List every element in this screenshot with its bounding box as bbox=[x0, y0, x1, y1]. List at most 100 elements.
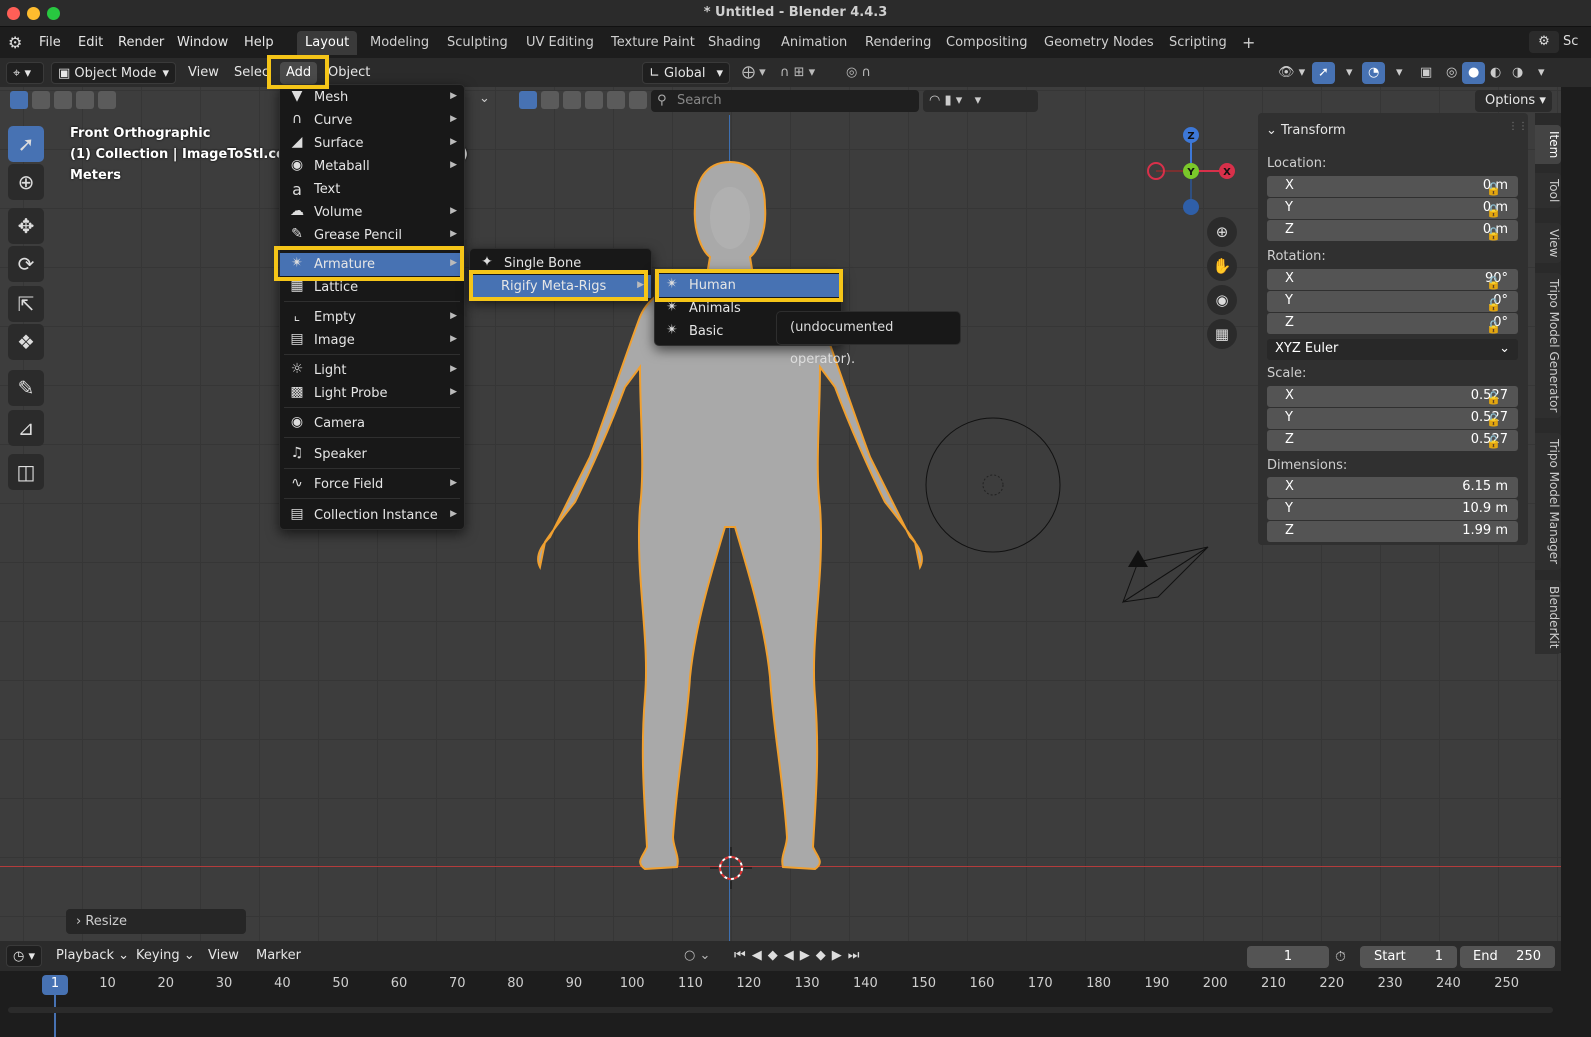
gizmo-dropdown-icon[interactable]: ▾ bbox=[1340, 62, 1359, 84]
zoom-icon[interactable]: ⊕ bbox=[1207, 217, 1237, 247]
tab-rendering[interactable]: Rendering bbox=[857, 31, 939, 55]
shading-dropdown-icon[interactable]: ▾ bbox=[1532, 62, 1551, 84]
menu-edit[interactable]: Edit bbox=[78, 35, 103, 50]
menu-file[interactable]: File bbox=[39, 35, 61, 50]
material-shading-icon[interactable]: ◐ bbox=[1484, 62, 1507, 84]
object-mode-dropdown[interactable]: ▣ Object Mode ▾ bbox=[51, 62, 176, 84]
filter-mesh-icon[interactable] bbox=[519, 91, 537, 109]
lock-icon[interactable]: 🔓 bbox=[1486, 178, 1501, 200]
visibility-icon[interactable]: 👁 ▾ bbox=[1272, 62, 1311, 84]
keyframe-filter[interactable]: ◠ ▮ ▾ ▾ bbox=[923, 90, 1038, 112]
add-workspace-button[interactable]: + bbox=[1234, 31, 1263, 55]
menu-item-mesh[interactable]: ▼ Mesh ▶ bbox=[280, 86, 464, 109]
dimensions-x-field[interactable]: X 6.15 m bbox=[1267, 477, 1518, 498]
lock-icon[interactable]: 🔓 bbox=[1486, 272, 1501, 294]
menu-item-collection-instance[interactable]: ▤ Collection Instance ▶ bbox=[280, 504, 464, 527]
menu-item-force-field[interactable]: ∿ Force Field ▶ bbox=[280, 473, 464, 496]
lock-icon[interactable]: 🔓 bbox=[1486, 409, 1501, 431]
location-y-field[interactable]: Y0 m bbox=[1267, 198, 1518, 219]
select-intersect-icon[interactable] bbox=[98, 91, 116, 109]
dimensions-z-field[interactable]: Z 1.99 m bbox=[1267, 521, 1518, 542]
filter-armature-icon[interactable] bbox=[607, 91, 625, 109]
rotation-z-field[interactable]: Z 0° bbox=[1267, 313, 1518, 334]
timeline-ruler[interactable]: 1 10 20 30 40 50 60 70 80 90 100 110 120 130 140 150 160… bbox=[0, 941, 1561, 1037]
proportional-edit-icon[interactable]: ◎ ∩ bbox=[840, 62, 877, 84]
light-object[interactable] bbox=[925, 417, 1065, 557]
tab-scripting[interactable]: Scripting bbox=[1161, 31, 1235, 55]
annotate-tool-icon[interactable]: ✎ bbox=[8, 370, 44, 406]
lock-icon[interactable]: 🔓 bbox=[1486, 431, 1501, 453]
tab-view[interactable]: View bbox=[1535, 223, 1561, 264]
tab-modeling[interactable]: Modeling bbox=[362, 31, 437, 55]
tab-tripo-model-generator[interactable]: Tripo Model Generator bbox=[1535, 273, 1561, 419]
blender-logo-icon[interactable]: ⚙ bbox=[8, 33, 22, 52]
move-tool-icon[interactable]: ✥ bbox=[8, 208, 44, 244]
gizmo-toggle-icon[interactable]: ➚ bbox=[1312, 62, 1335, 84]
add-cube-tool-icon[interactable]: ◫ bbox=[8, 454, 44, 490]
menu-item-surface[interactable]: ◢ Surface ▶ bbox=[280, 132, 464, 155]
rendered-shading-icon[interactable]: ◑ bbox=[1506, 62, 1529, 84]
tab-uv-editing[interactable]: UV Editing bbox=[518, 31, 602, 55]
select-invert-icon[interactable] bbox=[76, 91, 94, 109]
snap-icon[interactable]: ∩ ⊞ ▾ bbox=[774, 62, 821, 84]
menu-item-camera[interactable]: ◉ Camera bbox=[280, 412, 464, 435]
lock-icon[interactable]: 🔓 bbox=[1486, 200, 1501, 222]
tab-compositing[interactable]: Compositing bbox=[938, 31, 1036, 55]
menu-item-curve[interactable]: ∩ Curve ▶ bbox=[280, 109, 464, 132]
solid-shading-icon[interactable]: ● bbox=[1462, 62, 1486, 84]
scale-x-field[interactable]: X 0.527 bbox=[1267, 386, 1518, 407]
location-z-field[interactable]: Z0 m bbox=[1267, 220, 1518, 241]
header-menu-select[interactable]: Select bbox=[228, 62, 270, 84]
3d-cursor[interactable] bbox=[710, 847, 752, 889]
tab-animation[interactable]: Animation bbox=[773, 31, 855, 55]
cursor-tool-icon[interactable]: ⊕ bbox=[8, 164, 44, 200]
header-menu-add[interactable]: Add bbox=[280, 62, 318, 84]
camera-view-icon[interactable]: ◉ bbox=[1207, 285, 1237, 315]
menu-item-light-probe[interactable]: ▩ Light Probe ▶ bbox=[280, 382, 464, 405]
menu-item-single-bone[interactable]: ✦ Single Bone bbox=[470, 252, 651, 275]
pivot-point-icon[interactable]: ⨁ ▾ bbox=[736, 62, 772, 84]
tab-geometry-nodes[interactable]: Geometry Nodes bbox=[1036, 31, 1162, 55]
location-x-field[interactable]: X0 m bbox=[1267, 176, 1518, 197]
menu-item-metaball[interactable]: ◉ Metaball ▶ bbox=[280, 155, 464, 178]
overlays-dropdown-icon[interactable]: ▾ bbox=[1390, 62, 1409, 84]
transform-tool-icon[interactable]: ❖ bbox=[8, 324, 44, 360]
search-input[interactable]: ⚲ Search bbox=[651, 90, 919, 112]
menu-render[interactable]: Render bbox=[118, 35, 164, 50]
rotation-mode-dropdown[interactable]: XYZ Euler ⌄ bbox=[1267, 339, 1518, 360]
timeline-scrollbar[interactable] bbox=[8, 1007, 1553, 1013]
rotation-y-field[interactable]: Y 0° bbox=[1267, 291, 1518, 312]
tab-sculpting[interactable]: Sculpting bbox=[439, 31, 516, 55]
navigation-gizmo[interactable]: Z X Y bbox=[1140, 120, 1240, 220]
menu-item-rigify-meta-rigs[interactable]: Rigify Meta-Rigs ▶ bbox=[470, 275, 651, 298]
transform-orientation-dropdown[interactable]: ∟ Global ▾ bbox=[642, 62, 730, 84]
scale-z-field[interactable]: Z 0.527 bbox=[1267, 430, 1518, 451]
chevron-down-icon[interactable]: ⌄ bbox=[479, 91, 490, 106]
menu-item-image[interactable]: ▤ Image ▶ bbox=[280, 329, 464, 352]
tab-item[interactable]: Item bbox=[1535, 125, 1561, 165]
last-operator-panel[interactable]: › Resize bbox=[66, 909, 246, 934]
tab-blenderkit[interactable]: BlenderKit bbox=[1535, 580, 1561, 655]
menu-item-lattice[interactable]: ▦ Lattice bbox=[280, 276, 464, 299]
wireframe-shading-icon[interactable]: ◎ bbox=[1440, 62, 1463, 84]
menu-item-human[interactable]: ✴ Human bbox=[655, 274, 841, 297]
scale-tool-icon[interactable]: ⇱ bbox=[8, 286, 44, 322]
scale-y-field[interactable]: Y 0.527 bbox=[1267, 408, 1518, 429]
dimensions-y-field[interactable]: Y 10.9 m bbox=[1267, 499, 1518, 520]
filter-collection-icon[interactable] bbox=[629, 91, 647, 109]
select-box-tool-icon[interactable]: ➚ bbox=[8, 126, 44, 162]
scene-selector-icon[interactable]: ⚙ bbox=[1529, 31, 1559, 53]
tab-tool[interactable]: Tool bbox=[1535, 173, 1561, 209]
select-new-icon[interactable] bbox=[10, 91, 28, 109]
menu-window[interactable]: Window bbox=[177, 35, 228, 50]
options-dropdown[interactable]: Options ▾ bbox=[1475, 90, 1552, 112]
transform-header[interactable]: ⌄ Transform bbox=[1266, 123, 1346, 138]
lock-icon[interactable]: 🔓 bbox=[1486, 223, 1501, 245]
lock-icon[interactable]: 🔓 bbox=[1486, 294, 1501, 316]
xray-toggle-icon[interactable]: ▣ bbox=[1414, 62, 1438, 84]
camera-object[interactable] bbox=[1118, 542, 1213, 607]
rotation-x-field[interactable]: X 90° bbox=[1267, 269, 1518, 290]
filter-light-icon[interactable] bbox=[563, 91, 581, 109]
overlays-toggle-icon[interactable]: ◔ bbox=[1362, 62, 1386, 84]
tab-texture-paint[interactable]: Texture Paint bbox=[603, 31, 703, 55]
